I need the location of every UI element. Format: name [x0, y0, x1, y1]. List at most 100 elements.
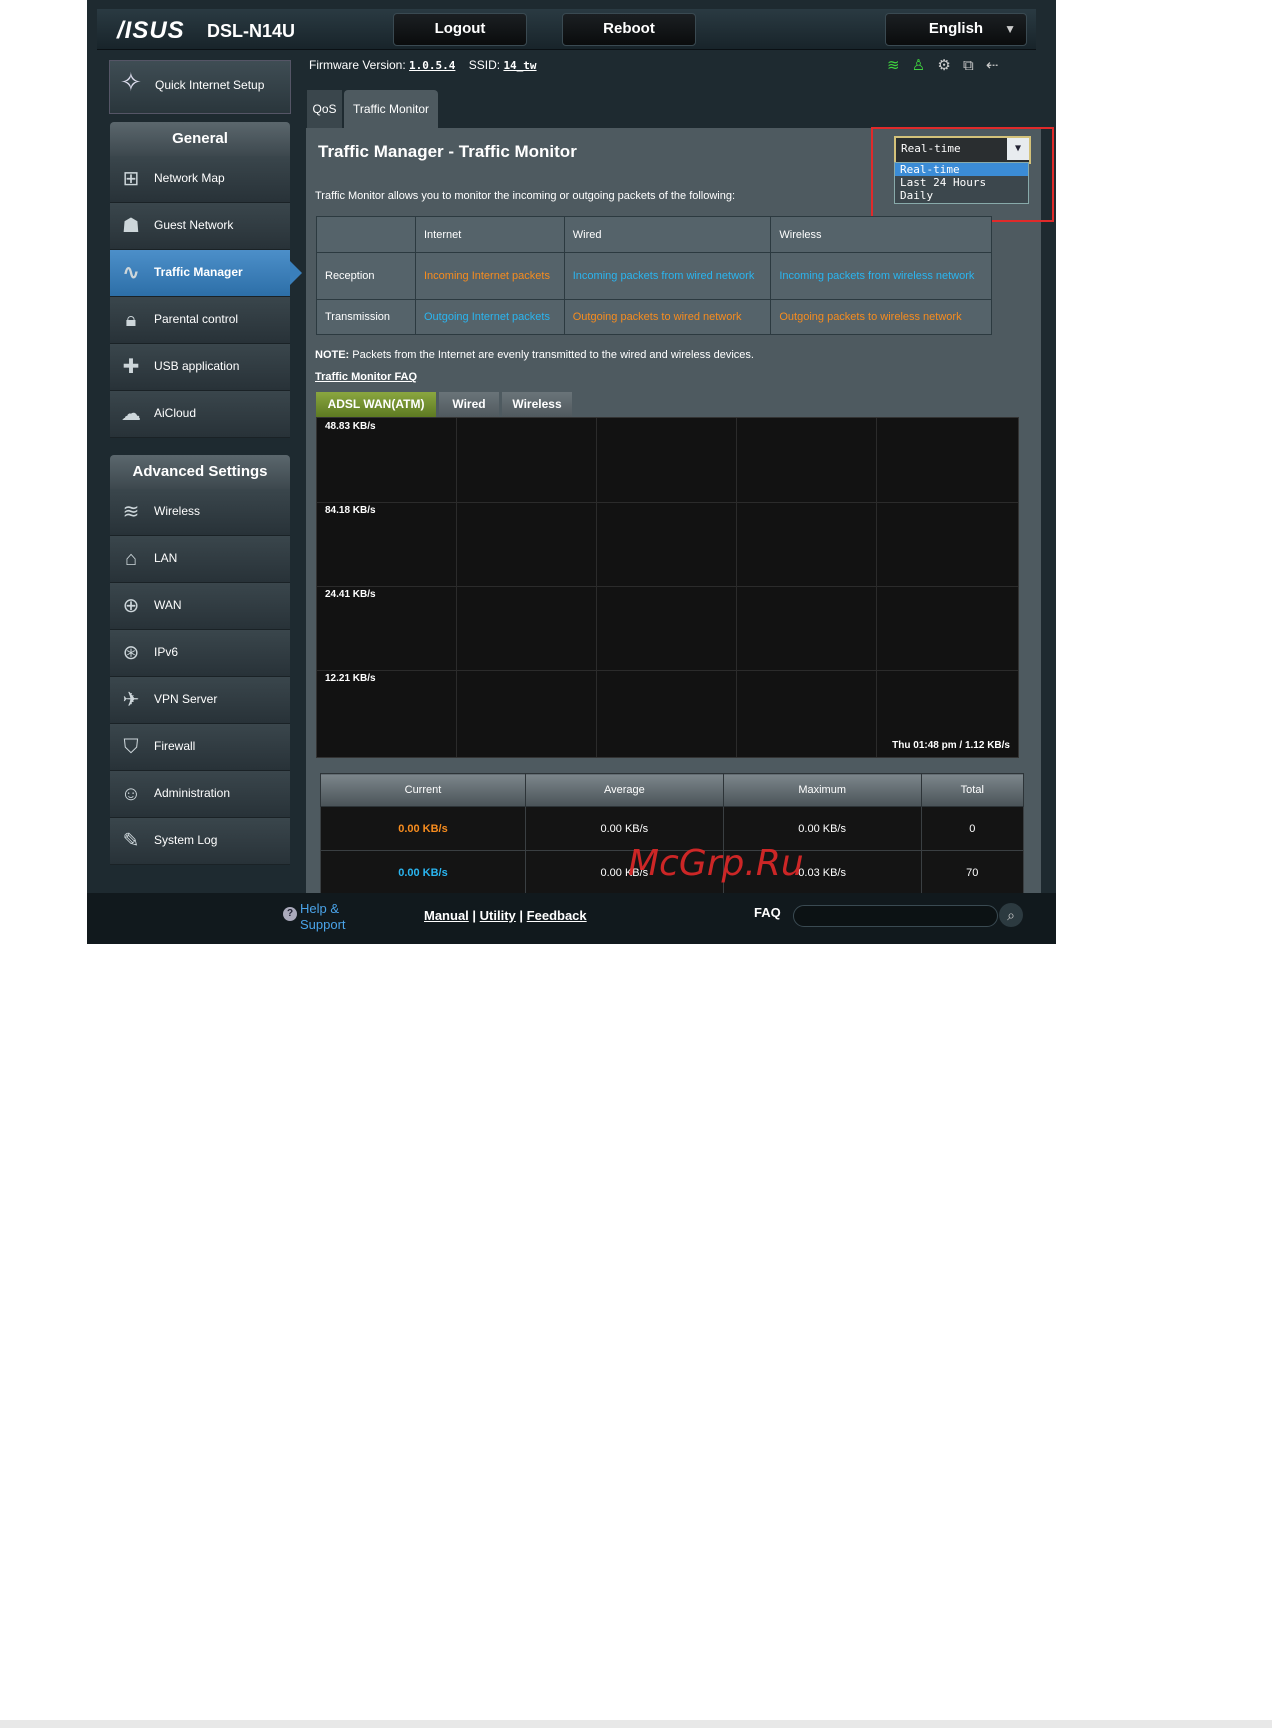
sidebar-item-label: Administration	[154, 786, 231, 800]
sidebar-item-label: VPN Server	[154, 692, 218, 706]
grid-line	[876, 418, 877, 757]
user-icon: ☺	[120, 783, 142, 805]
firmware-label: Firmware Version:	[309, 58, 406, 72]
table-cell: Incoming packets from wireless network	[770, 252, 992, 300]
status-icons: ≋ ♙ ⚙ ⧉ ⇠	[887, 56, 1027, 76]
grid-line	[736, 418, 737, 757]
utility-link[interactable]: Utility	[480, 908, 516, 923]
home-icon: ⌂	[124, 548, 138, 570]
sidebar-item-label: LAN	[154, 551, 178, 565]
shield-icon: ⛉	[123, 736, 139, 758]
search-icon[interactable]: ⌕	[999, 903, 1023, 927]
sidebar-item-wireless[interactable]: ≋ Wireless	[110, 489, 290, 536]
sidebar-item-label: Wireless	[154, 504, 201, 518]
tab-wired[interactable]: Wired	[439, 392, 499, 417]
sidebar-item-aicloud[interactable]: ☁ AiCloud	[110, 391, 290, 438]
lock-icon: 🔒︎	[125, 309, 137, 331]
puzzle-icon: ✚	[122, 356, 140, 378]
help-icon: ?	[283, 907, 297, 921]
traffic-monitor-faq-link[interactable]: Traffic Monitor FAQ	[315, 371, 417, 383]
quick-setup-label: Quick Internet Setup	[155, 78, 265, 92]
grid-line	[317, 670, 1018, 671]
sidebar-item-wan[interactable]: ⊕ WAN	[110, 583, 290, 630]
grid-line	[596, 418, 597, 757]
reboot-button[interactable]: Reboot	[562, 13, 696, 46]
table-cell: Outgoing Internet packets	[415, 299, 565, 335]
table-cell: Transmission	[316, 299, 416, 335]
table-cell: Outgoing packets to wired network	[563, 299, 772, 335]
sidebar-item-parental-control[interactable]: 🔒︎ Parental control	[110, 297, 290, 344]
asus-logo: /ISUS	[117, 17, 185, 44]
faq-search-input[interactable]	[793, 905, 998, 927]
graph-timestamp: Thu 01:48 pm / 1.12 KB/s	[892, 740, 1010, 751]
router-admin-window: /ISUS DSL-N14U Logout Reboot English ▼ ✧…	[87, 0, 1056, 944]
logout-button[interactable]: Logout	[393, 13, 527, 46]
traffic-manager-icon: ∿	[122, 262, 140, 284]
watermark: McGrp.Ru	[628, 843, 804, 884]
model-name: DSL-N14U	[207, 21, 296, 41]
sidebar-item-network-map[interactable]: ⊞ Network Map	[110, 156, 290, 203]
sidebar-item-traffic-manager[interactable]: ∿ Traffic Manager	[110, 250, 302, 297]
copy-icon[interactable]: ⧉	[963, 57, 974, 74]
cloud-icon: ☁	[121, 403, 141, 425]
sidebar-item-ipv6[interactable]: ⊛ IPv6	[110, 630, 290, 677]
sidebar-item-firewall[interactable]: ⛉ Firewall	[110, 724, 290, 771]
footer: ? Help & Support Manual | Utility | Feed…	[87, 893, 1056, 944]
vpn-icon: ✈	[122, 689, 140, 711]
firmware-line: Firmware Version: 1.0.5.4 SSID: 14_tw	[309, 58, 537, 72]
tab-traffic-monitor[interactable]: Traffic Monitor	[344, 90, 438, 128]
chevron-down-icon: ▼	[1004, 22, 1016, 36]
grid-line	[456, 418, 457, 757]
stats-header: Current	[320, 773, 526, 807]
sidebar-item-usb-application[interactable]: ✚ USB application	[110, 344, 290, 391]
sidebar-item-lan[interactable]: ⌂ LAN	[110, 536, 290, 583]
usb-icon[interactable]: ⇠	[986, 56, 999, 74]
table-cell: Reception	[316, 252, 416, 300]
guest-network-icon: ☗	[122, 215, 140, 237]
tab-adsl-wan[interactable]: ADSL WAN(ATM)	[316, 392, 436, 417]
stats-header: Average	[524, 773, 724, 807]
wifi-status-icon[interactable]: ≋	[887, 56, 900, 74]
table-header: Internet	[415, 216, 565, 253]
footer-links: Manual | Utility | Feedback	[424, 908, 587, 923]
client-status-icon[interactable]: ♙	[912, 56, 925, 74]
stats-header: Total	[920, 773, 1025, 807]
y-axis-label: 24.41 KB/s	[325, 589, 376, 600]
tab-qos[interactable]: QoS	[307, 90, 342, 128]
language-value: English	[928, 20, 984, 37]
sidebar-item-vpn-server[interactable]: ✈ VPN Server	[110, 677, 290, 724]
top-bar: /ISUS DSL-N14U Logout Reboot English ▼	[97, 9, 1036, 50]
y-axis-label: 48.83 KB/s	[325, 421, 376, 432]
ssid-link[interactable]: 14_tw	[503, 59, 536, 72]
manual-link[interactable]: Manual	[424, 908, 469, 923]
gear-icon[interactable]: ⚙	[937, 56, 950, 74]
feedback-link[interactable]: Feedback	[527, 908, 587, 923]
sidebar-item-guest-network[interactable]: ☗ Guest Network	[110, 203, 290, 250]
help-support-link[interactable]: Help & Support	[300, 901, 360, 933]
page-title: Traffic Manager - Traffic Monitor	[318, 142, 577, 161]
wifi-icon: ≋	[122, 501, 140, 523]
sidebar-item-label: Guest Network	[154, 218, 234, 232]
sidebar-item-label: WAN	[154, 598, 182, 612]
tab-wireless[interactable]: Wireless	[502, 392, 572, 417]
sidebar-item-label: IPv6	[154, 645, 179, 659]
table-header	[316, 216, 416, 253]
ssid-label: SSID:	[468, 58, 501, 72]
network-map-icon: ⊞	[122, 168, 140, 190]
note-body: Packets from the Internet are evenly tra…	[349, 349, 754, 361]
advanced-nav: ≋ Wireless ⌂ LAN ⊕ WAN ⊛ IPv6 ✈ VPN Serv…	[110, 489, 290, 865]
general-nav: ⊞ Network Map ☗ Guest Network ∿ Traffic …	[110, 156, 302, 438]
sidebar-item-administration[interactable]: ☺ Administration	[110, 771, 290, 818]
page-bottom-edge	[0, 1720, 1272, 1728]
note-label: NOTE:	[315, 349, 350, 361]
stats-cell: 0.00 KB/s	[320, 850, 526, 895]
table-row: Transmission Outgoing Internet packets O…	[316, 299, 992, 335]
language-select[interactable]: English ▼	[885, 13, 1027, 46]
quick-internet-setup-button[interactable]: ✧ Quick Internet Setup	[109, 60, 291, 114]
sidebar-item-system-log[interactable]: ✎ System Log	[110, 818, 290, 865]
firmware-version-link[interactable]: 1.0.5.4	[409, 59, 455, 72]
stats-cell: 0.00 KB/s	[320, 806, 526, 851]
description-text: Traffic Monitor allows you to monitor th…	[315, 190, 736, 202]
grid-line	[317, 502, 1018, 503]
sidebar-item-label: Firewall	[154, 739, 196, 753]
